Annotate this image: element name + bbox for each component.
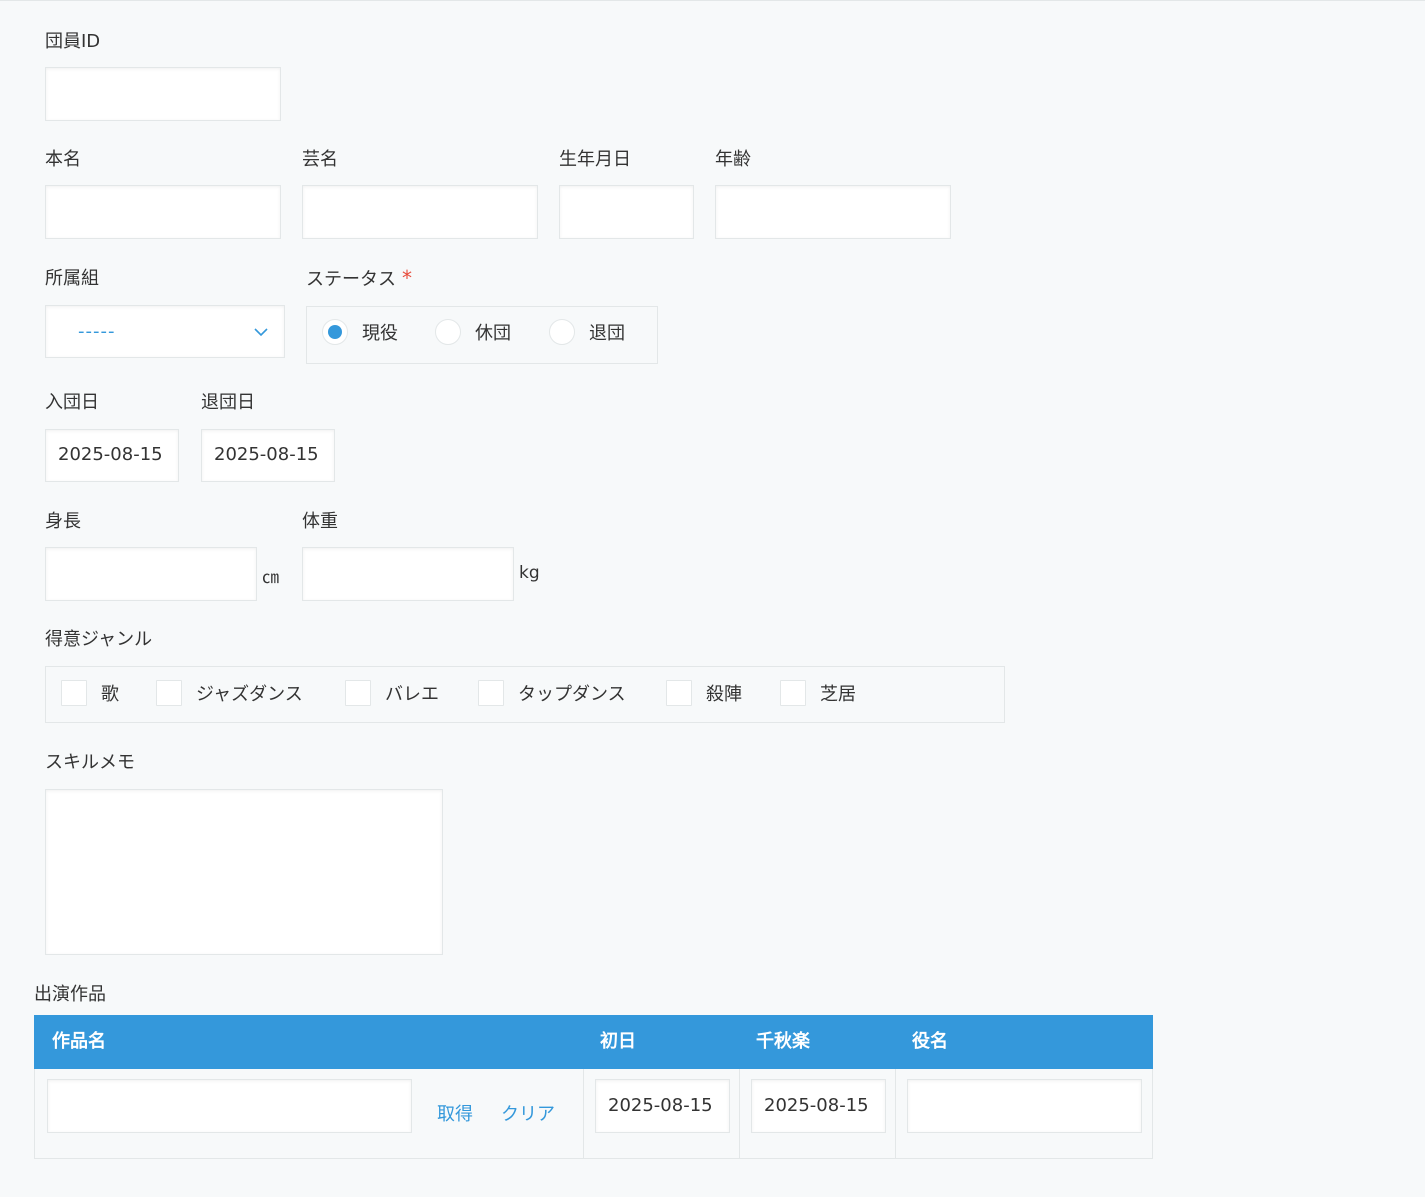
status-option-label: 現役: [362, 323, 398, 344]
height-label: 身長: [45, 511, 81, 532]
status-option-label: 退団: [589, 323, 625, 344]
weight-input[interactable]: [302, 547, 514, 601]
opening-date-input[interactable]: 2025-08-15: [595, 1079, 730, 1133]
status-radio-group: 現役 休団 退団: [306, 306, 658, 364]
real-name-input[interactable]: [45, 185, 281, 239]
checkbox[interactable]: [666, 680, 692, 706]
checkbox[interactable]: [61, 680, 87, 706]
genre-option-label: 殺陣: [706, 684, 742, 705]
fetch-link[interactable]: 取得: [437, 1104, 473, 1126]
leave-date-label: 退団日: [201, 392, 255, 413]
troupe-selected-value: -----: [78, 321, 116, 342]
age-input[interactable]: [715, 185, 951, 239]
column-header-closing: 千秋楽: [756, 1031, 810, 1052]
member-id-label: 団員ID: [45, 31, 101, 52]
closing-date-input[interactable]: 2025-08-15: [751, 1079, 886, 1133]
troupe-label: 所属組: [45, 268, 99, 289]
radio-button[interactable]: [322, 319, 348, 345]
skill-memo-label: スキルメモ: [45, 752, 135, 773]
genre-option-tap-dance[interactable]: タップダンス: [478, 680, 626, 706]
genre-option-sword-fight[interactable]: 殺陣: [666, 680, 742, 706]
column-divider: [739, 1069, 740, 1158]
member-id-input[interactable]: [45, 67, 281, 121]
status-option-label: 休団: [475, 323, 511, 344]
genre-option-jazz-dance[interactable]: ジャズダンス: [156, 680, 303, 706]
performance-title-input[interactable]: [47, 1079, 412, 1133]
genre-option-song[interactable]: 歌: [61, 680, 119, 706]
column-header-role: 役名: [912, 1031, 948, 1052]
real-name-label: 本名: [45, 149, 81, 170]
genres-label: 得意ジャンル: [45, 629, 153, 650]
table-row: 取得 クリア 2025-08-15 2025-08-15: [34, 1069, 1153, 1159]
genre-option-acting[interactable]: 芝居: [780, 680, 856, 706]
required-mark: *: [402, 266, 412, 290]
leave-date-input[interactable]: 2025-08-15: [201, 429, 335, 482]
radio-button[interactable]: [549, 319, 575, 345]
performances-label: 出演作品: [34, 984, 106, 1005]
column-divider: [895, 1069, 896, 1158]
height-input[interactable]: [45, 547, 257, 601]
chevron-down-icon: [254, 327, 268, 336]
checkbox[interactable]: [156, 680, 182, 706]
birth-date-input[interactable]: [559, 185, 694, 239]
column-divider: [583, 1069, 584, 1158]
weight-label: 体重: [302, 511, 338, 532]
join-date-label: 入団日: [45, 392, 99, 413]
performances-table-header: 作品名 初日 千秋楽 役名: [34, 1015, 1153, 1069]
radio-button[interactable]: [435, 319, 461, 345]
genre-option-ballet[interactable]: バレエ: [345, 680, 439, 706]
status-option-retired[interactable]: 退団: [549, 319, 625, 345]
weight-unit: kg: [519, 563, 540, 583]
height-unit: ㎝: [262, 568, 279, 588]
genre-option-label: 芝居: [820, 684, 856, 705]
skill-memo-textarea[interactable]: [45, 789, 443, 955]
status-label: ステータス *: [306, 267, 412, 291]
status-option-leave[interactable]: 休団: [435, 319, 511, 345]
troupe-select[interactable]: -----: [45, 305, 285, 358]
checkbox[interactable]: [780, 680, 806, 706]
birth-date-label: 生年月日: [559, 149, 631, 170]
clear-link[interactable]: クリア: [501, 1104, 555, 1126]
join-date-input[interactable]: 2025-08-15: [45, 429, 179, 482]
genre-option-label: タップダンス: [518, 684, 626, 705]
age-label: 年齢: [715, 149, 751, 170]
stage-name-input[interactable]: [302, 185, 538, 239]
role-name-input[interactable]: [907, 1079, 1142, 1133]
genres-checkbox-group: 歌 ジャズダンス バレエ タップダンス 殺陣 芝居: [45, 666, 1005, 723]
genre-option-label: バレエ: [385, 684, 439, 705]
column-header-opening: 初日: [600, 1031, 636, 1052]
stage-name-label: 芸名: [302, 149, 338, 170]
status-option-active[interactable]: 現役: [322, 319, 398, 345]
status-label-text: ステータス: [306, 269, 396, 290]
checkbox[interactable]: [478, 680, 504, 706]
genre-option-label: ジャズダンス: [196, 684, 303, 705]
checkbox[interactable]: [345, 680, 371, 706]
column-header-title: 作品名: [52, 1031, 106, 1052]
genre-option-label: 歌: [101, 684, 119, 705]
